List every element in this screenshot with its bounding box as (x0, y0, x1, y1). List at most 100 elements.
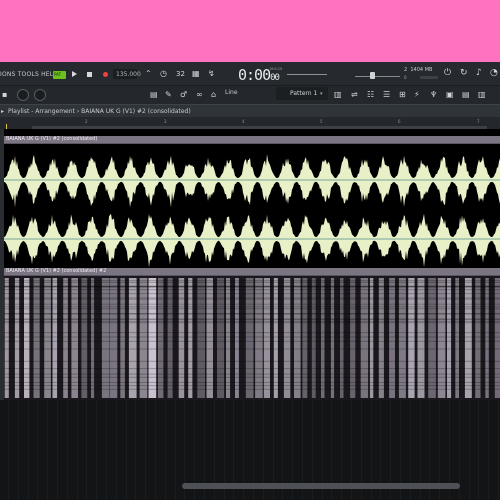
spectrogram-stripe (4, 297, 500, 299)
plugin-icon[interactable]: ⚡ (414, 91, 420, 99)
menu-bar[interactable]: IONS TOOLS HELP (0, 71, 57, 78)
mixer-knob-icon[interactable]: ◔ (490, 69, 498, 78)
grid-line (488, 400, 490, 500)
grid-line (498, 400, 499, 500)
ruler-bar-number: 6 (398, 119, 401, 124)
voices-sub-counter: 0 (404, 75, 407, 80)
record-button[interactable] (103, 72, 108, 77)
pattern-song-toggle[interactable]: PAT (53, 71, 66, 79)
stop-button[interactable] (87, 72, 92, 77)
spectrogram-band (120, 278, 125, 398)
spectrogram-band (44, 278, 51, 398)
spectrogram-stripe (4, 368, 500, 370)
voices-counter: 2 1404 MB (404, 67, 433, 73)
spectrogram-band (283, 278, 291, 398)
magnet-icon[interactable]: ♂ (180, 91, 187, 99)
typing-keyboard-icon[interactable]: ▤ (150, 91, 158, 99)
playlist-menu-arrow-icon[interactable]: ▸ (1, 108, 4, 115)
mixer-icon[interactable]: ☷ (367, 91, 374, 99)
spectrogram-stripe (4, 376, 500, 378)
pattern-selector[interactable]: Pattern 1 ▾ (276, 87, 328, 100)
grid-line (145, 400, 147, 500)
spectrogram-band (321, 278, 325, 398)
spectrogram-band (398, 278, 406, 398)
touch-keyboard-icon[interactable]: ▣ (446, 91, 454, 99)
spectrogram-band (226, 278, 231, 398)
grid-line (8, 400, 9, 500)
spectrogram-band (245, 278, 254, 398)
spectrogram-stripe (4, 332, 500, 334)
audio-clip-waveform[interactable] (4, 144, 500, 268)
spectrogram-band (464, 278, 472, 398)
spectrogram-stripe (4, 322, 500, 324)
spectrogram-band (485, 278, 489, 398)
grid-line (174, 400, 176, 500)
spectrogram-stripe (4, 298, 500, 300)
spectrogram-band (369, 278, 374, 398)
audio-clip-spectrogram[interactable] (4, 276, 500, 400)
loop-record-icon[interactable]: ↯ (208, 70, 215, 78)
spectrogram-band (139, 278, 148, 398)
spectrogram-stripe (4, 313, 500, 315)
spectrogram-stripe (4, 303, 500, 305)
spectrogram-band (63, 278, 68, 398)
project-icon[interactable]: ▥ (478, 91, 486, 99)
plug-icon[interactable]: ♆ (430, 91, 437, 99)
spectrogram-band (350, 278, 356, 398)
link-icon[interactable]: ∞ (196, 91, 203, 99)
breadcrumb: Playlist - Arrangement › BAIANA UK G (V1… (8, 108, 191, 115)
spectrogram-band (33, 278, 40, 398)
spectrogram-band (408, 278, 415, 398)
power-icon[interactable]: ⏻ (444, 69, 451, 78)
spectrogram-band (255, 278, 263, 398)
playhead-marker[interactable] (6, 124, 7, 129)
grid-line (27, 400, 29, 500)
spectrogram-band (197, 278, 205, 398)
spectrogram-stripe (4, 308, 500, 310)
spectrogram-band (447, 278, 452, 398)
spectrogram-stripe (4, 293, 500, 295)
main-toolbar: IONS TOOLS HELP PAT 135.000 ⌃ ◷ 32 ▦ ↯ 0… (0, 62, 500, 86)
piano-roll-icon[interactable]: ⇌ (351, 91, 358, 99)
master-pitch-knob[interactable] (17, 89, 29, 101)
save-icon[interactable]: ▤ (462, 91, 470, 99)
grid-line (47, 400, 49, 500)
master-volume-slider[interactable] (370, 72, 375, 79)
ruler-bar-number: 4 (242, 119, 245, 124)
grid-line (125, 400, 127, 500)
spectrogram-band (128, 278, 137, 398)
cpu-meter (420, 76, 438, 79)
spectrogram-band (14, 278, 20, 398)
grid-line (106, 400, 107, 500)
waveform-graphic (4, 154, 500, 268)
pencil-icon[interactable]: ✎ (165, 91, 172, 99)
grid-line (96, 400, 98, 500)
spectrogram-band (81, 278, 88, 398)
grid-line (57, 400, 58, 500)
blend-notes-icon[interactable]: ▦ (192, 70, 200, 78)
snap-selector[interactable]: Line (225, 89, 238, 96)
microphone-icon[interactable]: ♪ (476, 69, 482, 78)
refresh-icon[interactable]: ↻ (460, 69, 468, 78)
spectrogram-band (235, 278, 239, 398)
countdown-icon[interactable]: 32 (176, 70, 185, 78)
metronome-icon[interactable]: ⌃ (145, 70, 152, 78)
horizontal-scrollbar[interactable] (182, 483, 460, 489)
overview-scrollbar[interactable] (32, 126, 487, 129)
clip-header[interactable]: BAIANA UK G (V1) #2 (consolidated) #2 (4, 268, 500, 276)
tempo-display[interactable]: 135.000 (113, 69, 141, 79)
channel-rack-icon[interactable]: ☰ (383, 91, 390, 99)
spectrogram-band (378, 278, 384, 398)
master-volume-knob[interactable] (34, 89, 46, 101)
spectrogram-stripe (4, 340, 500, 342)
master-volume-track (355, 76, 400, 77)
play-button[interactable] (72, 71, 77, 77)
spectrogram-stripe (4, 280, 500, 282)
spectrogram-stripe (4, 320, 500, 322)
browser-icon[interactable]: ⊞ (399, 91, 406, 99)
snap-icon[interactable]: ⌂ (211, 91, 216, 99)
spectrogram-band (52, 278, 58, 398)
clip-header[interactable]: BAIANA UK G (V1) #2 (consolidated) (4, 136, 500, 144)
wait-for-input-icon[interactable]: ◷ (160, 70, 167, 78)
playlist-icon[interactable]: ▥ (334, 91, 342, 99)
